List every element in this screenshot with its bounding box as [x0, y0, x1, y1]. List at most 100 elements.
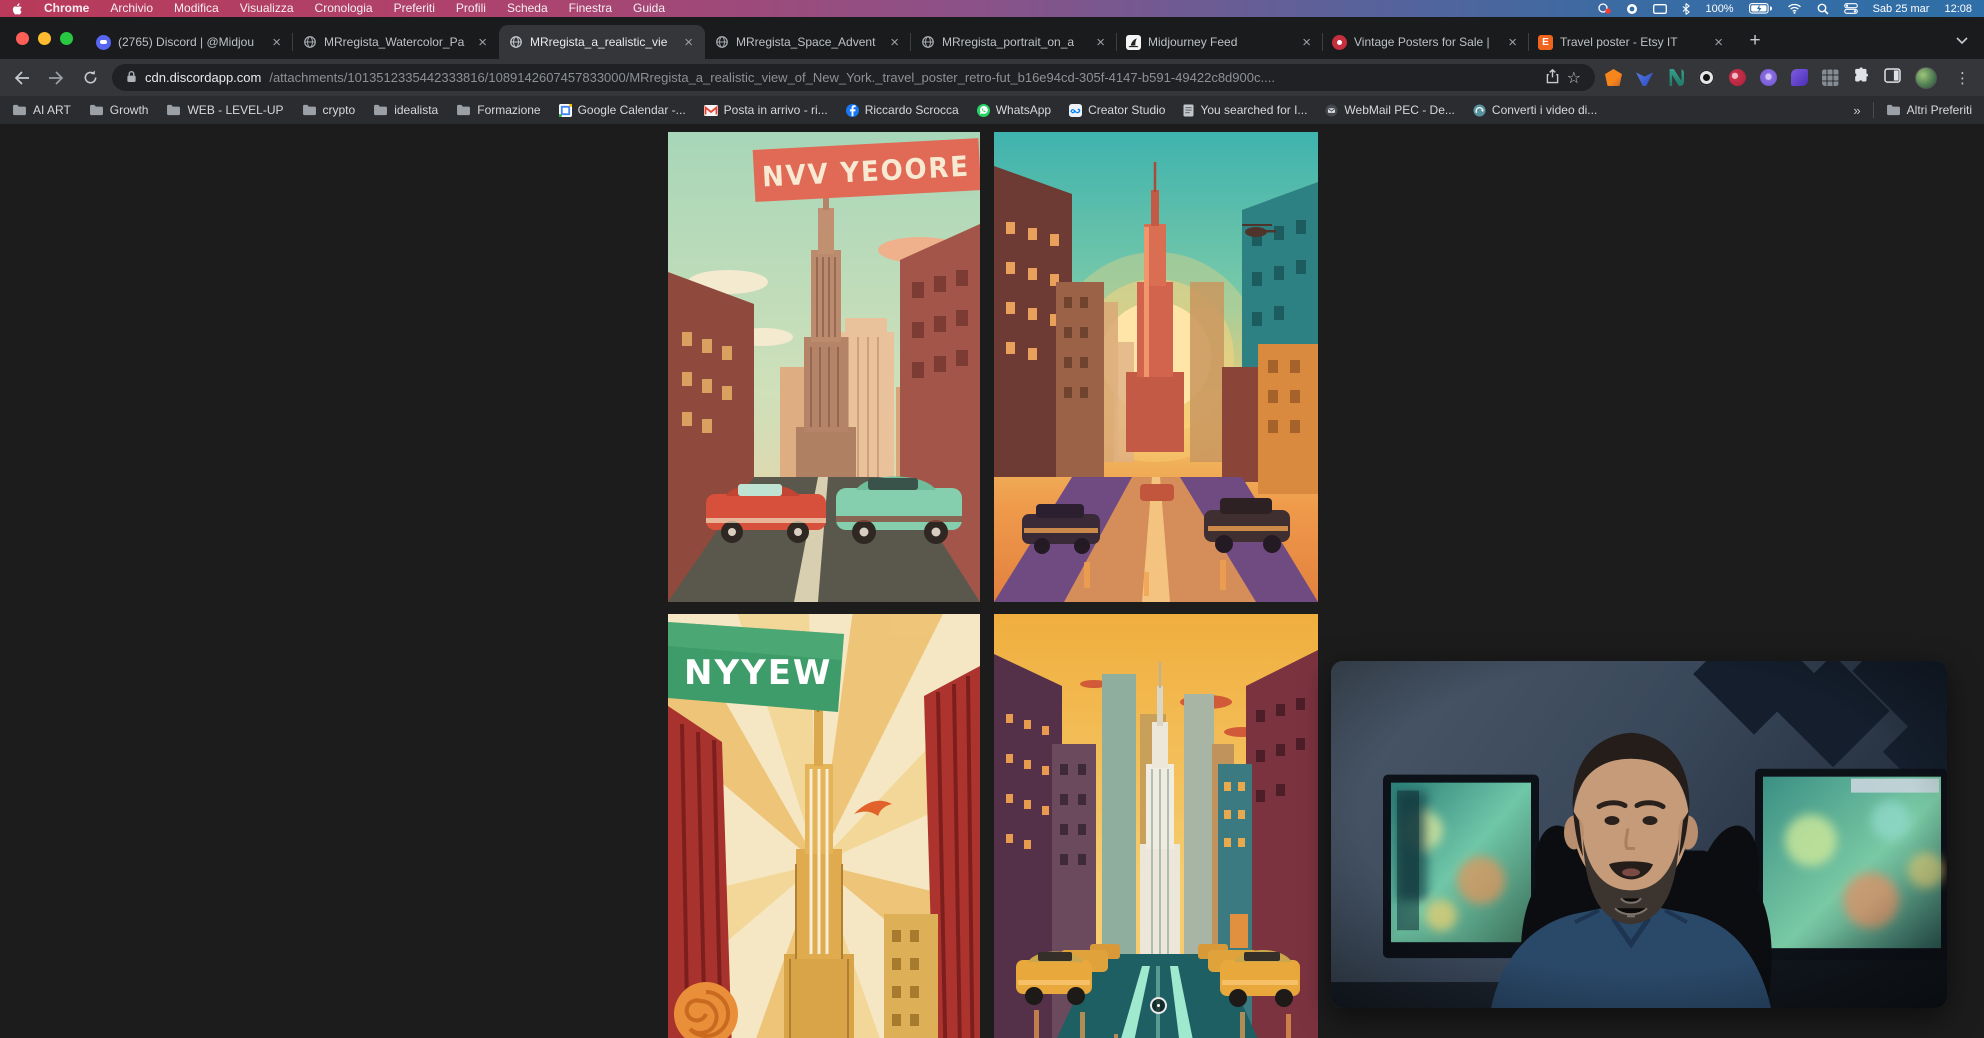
tab-close-icon[interactable]: × — [1711, 34, 1726, 51]
tab-vintage-posters[interactable]: Vintage Posters for Sale | × — [1323, 25, 1529, 59]
bookmark-ai-art[interactable]: AI ART — [12, 103, 71, 117]
bookmark-star-icon[interactable]: ☆ — [1567, 68, 1581, 88]
tab-midjourney-feed[interactable]: Midjourney Feed × — [1117, 25, 1323, 59]
menu-item-chrome[interactable]: Chrome — [44, 0, 89, 17]
menu-item-preferiti[interactable]: Preferiti — [394, 0, 435, 17]
bookmark-whatsapp[interactable]: WhatsApp — [977, 103, 1051, 117]
tab-mrregista-portrait[interactable]: MRregista_portrait_on_a × — [911, 25, 1117, 59]
menu-item-scheda[interactable]: Scheda — [507, 0, 548, 17]
menu-item-modifica[interactable]: Modifica — [174, 0, 219, 17]
tab-discord[interactable]: (2765) Discord | @Midjou × — [87, 25, 293, 59]
battery-icon[interactable] — [1749, 3, 1772, 14]
bookmark-crypto[interactable]: crypto — [302, 103, 356, 117]
profile-avatar[interactable] — [1915, 67, 1937, 89]
bookmark-you-searched[interactable]: You searched for I... — [1183, 103, 1307, 117]
bookmark-altri-preferiti[interactable]: Altri Preferiti — [1886, 103, 1972, 117]
tab-close-icon[interactable]: × — [1299, 34, 1314, 51]
bookmark-web-level-up[interactable]: WEB - LEVEL-UP — [166, 103, 283, 117]
forward-button[interactable] — [44, 66, 68, 90]
poster-image-bottom-left[interactable]: NYYEW — [668, 614, 980, 1038]
menu-item-profili[interactable]: Profili — [456, 0, 486, 17]
bookmark-webmail-pec[interactable]: WebMail PEC - De... — [1325, 103, 1454, 117]
midjourney-favicon-icon — [1126, 35, 1141, 50]
bookmark-converti-video[interactable]: Converti i video di... — [1473, 103, 1597, 117]
apple-logo-icon[interactable] — [12, 3, 23, 15]
red-key-extension-icon[interactable] — [1729, 69, 1746, 86]
control-center-icon[interactable] — [1844, 3, 1858, 14]
wings-extension-icon[interactable] — [1636, 69, 1653, 86]
bookmark-formazione[interactable]: Formazione — [456, 103, 540, 117]
bookmark-growth[interactable]: Growth — [89, 103, 149, 117]
obs-icon[interactable] — [1626, 3, 1638, 15]
bookmark-label: Posta in arrivo - ri... — [724, 103, 828, 117]
reload-button[interactable] — [78, 66, 102, 90]
metamask-extension-icon[interactable] — [1605, 69, 1622, 86]
menu-item-guida[interactable]: Guida — [633, 0, 665, 17]
menu-item-archivio[interactable]: Archivio — [110, 0, 153, 17]
folder-icon — [1886, 104, 1901, 116]
poster-image-top-left[interactable]: NVV YEOORE — [668, 132, 980, 602]
tab-mrregista-space[interactable]: MRregista_Space_Advent × — [705, 25, 911, 59]
menu-item-visualizza[interactable]: Visualizza — [240, 0, 294, 17]
address-bar[interactable]: cdn.discordapp.com /attachments/10135123… — [112, 64, 1595, 91]
back-button[interactable] — [10, 66, 34, 90]
new-tab-button[interactable]: + — [1741, 27, 1769, 55]
tab-close-icon[interactable]: × — [681, 34, 696, 51]
folder-icon — [302, 104, 317, 116]
poster-image-bottom-right[interactable] — [994, 614, 1318, 1038]
screen-record-icon[interactable] — [1597, 3, 1611, 14]
spotlight-search-icon[interactable] — [1817, 3, 1829, 15]
tab-close-icon[interactable]: × — [475, 34, 490, 51]
window-zoom-button[interactable] — [60, 32, 73, 45]
tab-mrregista-watercolor[interactable]: MRregista_Watercolor_Pa × — [293, 25, 499, 59]
share-icon[interactable] — [1546, 69, 1559, 87]
bluetooth-icon[interactable] — [1682, 3, 1690, 15]
black-circle-extension-icon[interactable] — [1698, 69, 1715, 86]
bookmark-creator-studio[interactable]: Creator Studio — [1069, 103, 1165, 117]
tab-label: MRregista_portrait_on_a — [942, 35, 1086, 49]
lock-icon[interactable] — [126, 70, 137, 86]
chrome-menu-kebab-icon[interactable]: ⋮ — [1951, 69, 1974, 87]
bookmark-label: Converti i video di... — [1492, 103, 1597, 117]
side-panel-icon[interactable] — [1884, 68, 1901, 88]
window-minimize-button[interactable] — [38, 32, 51, 45]
chrome-tab-strip: (2765) Discord | @Midjou × MRregista_Wat… — [0, 17, 1984, 59]
tab-search-chevron-icon[interactable] — [1956, 31, 1968, 49]
tab-label: (2765) Discord | @Midjou — [118, 35, 262, 49]
discord-favicon-icon — [96, 35, 111, 50]
tab-close-icon[interactable]: × — [1093, 34, 1108, 51]
url-path: /attachments/1013512335442333816/1089142… — [269, 70, 1537, 85]
bookmark-gmail[interactable]: Posta in arrivo - ri... — [704, 103, 828, 117]
bookmarks-overflow-chevron[interactable]: » — [1853, 103, 1860, 118]
folder-icon — [89, 104, 104, 116]
bookmark-google-calendar[interactable]: Google Calendar -... — [559, 103, 686, 117]
display-mirroring-icon[interactable] — [1653, 4, 1667, 14]
facebook-icon — [846, 104, 859, 117]
tab-close-icon[interactable]: × — [887, 34, 902, 51]
bookmark-idealista[interactable]: idealista — [373, 103, 438, 117]
purple-circle-extension-icon[interactable] — [1760, 69, 1777, 86]
tab-close-icon[interactable]: × — [1505, 34, 1520, 51]
bookmark-facebook[interactable]: Riccardo Scrocca — [846, 103, 959, 117]
tab-etsy-travel-poster[interactable]: E Travel poster - Etsy IT × — [1529, 25, 1735, 59]
extensions-puzzle-icon[interactable] — [1853, 67, 1870, 89]
wifi-icon[interactable] — [1787, 3, 1802, 14]
tab-label: Vintage Posters for Sale | — [1354, 35, 1498, 49]
bookmark-label: WEB - LEVEL-UP — [187, 103, 283, 117]
bookmark-label: crypto — [323, 103, 356, 117]
clock-time-label[interactable]: 12:08 — [1944, 3, 1972, 15]
etsy-favicon-icon: E — [1538, 35, 1553, 50]
clock-date-label[interactable]: Sab 25 mar — [1873, 3, 1930, 15]
purple-blob-extension-icon[interactable] — [1791, 69, 1808, 86]
tab-mrregista-a-realistic-active[interactable]: MRregista_a_realistic_vie × — [499, 25, 705, 59]
midjourney-grid-image[interactable]: NVV YEOORE — [668, 132, 1318, 1038]
bookmark-label: Growth — [110, 103, 149, 117]
poster-image-top-right[interactable] — [994, 132, 1318, 602]
window-close-button[interactable] — [16, 32, 29, 45]
n-green-extension-icon[interactable] — [1667, 69, 1684, 86]
tab-close-icon[interactable]: × — [269, 34, 284, 51]
menu-item-finestra[interactable]: Finestra — [569, 0, 612, 17]
menu-item-cronologia[interactable]: Cronologia — [315, 0, 373, 17]
convert-video-icon — [1473, 104, 1486, 117]
grid-extension-icon[interactable] — [1822, 69, 1839, 86]
